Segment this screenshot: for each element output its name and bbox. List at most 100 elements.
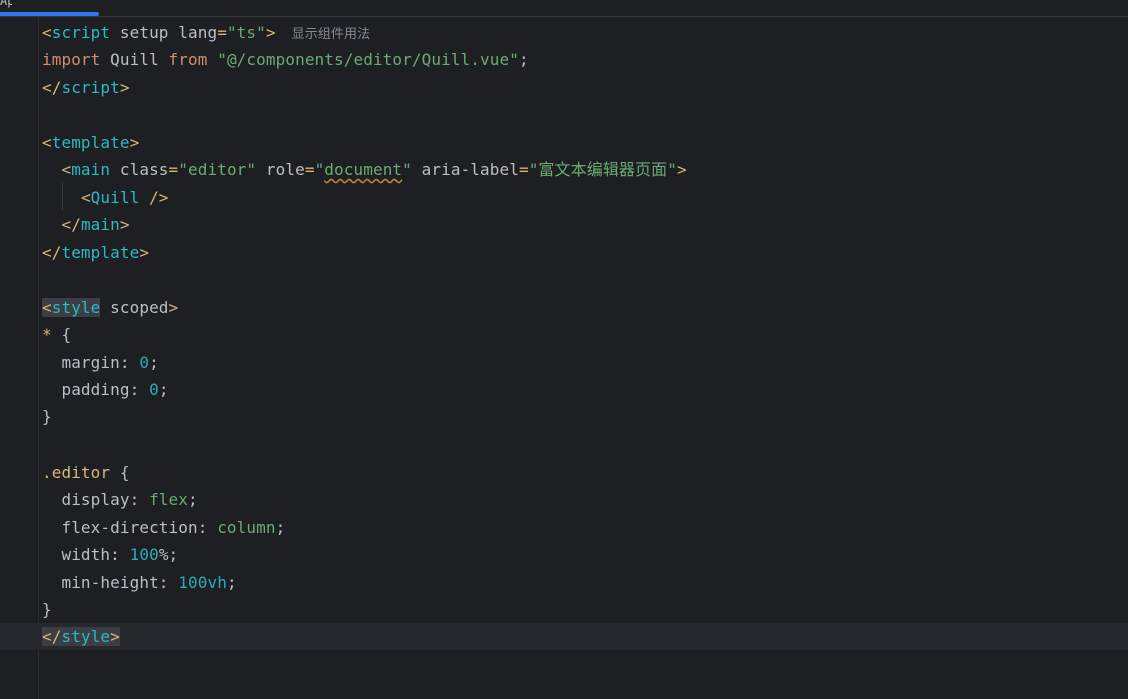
matched-tag-highlight: <style: [42, 298, 101, 317]
colon: :: [110, 545, 120, 564]
code-line-1[interactable]: <script setup lang="ts"> 显示组件用法: [0, 19, 1128, 46]
tag-bracket: <: [42, 298, 52, 317]
tag-bracket: >: [110, 627, 120, 646]
css-selector: *: [42, 325, 52, 344]
semicolon: ;: [168, 545, 179, 564]
code-line-23-current[interactable]: </style>: [0, 623, 1128, 650]
colon: :: [119, 353, 130, 372]
tag-bracket: >: [168, 298, 179, 317]
keyword: import: [42, 50, 101, 69]
semicolon: ;: [158, 380, 169, 399]
code-line-14[interactable]: padding: 0;: [0, 376, 1128, 403]
tag-name: style: [61, 627, 111, 646]
tag-bracket: </: [42, 243, 62, 262]
attribute: class: [119, 160, 169, 179]
code-line-18[interactable]: display: flex;: [0, 486, 1128, 513]
editor-tab-bar: App: [0, 0, 1128, 17]
tag-bracket: >: [139, 243, 150, 262]
attribute-value: "editor": [178, 160, 257, 179]
css-property: display: [61, 490, 130, 509]
attribute-value-warning: document: [324, 160, 403, 179]
css-property: margin: [61, 353, 120, 372]
colon: :: [197, 518, 208, 537]
editor-tab-label[interactable]: App: [0, 0, 12, 8]
brace: }: [42, 407, 52, 426]
tag-bracket: <: [42, 23, 52, 42]
code-line-17[interactable]: .editor {: [0, 459, 1128, 486]
tag-bracket: >: [119, 78, 130, 97]
semicolon: ;: [226, 573, 237, 592]
attribute-value: "富文本编辑器页面": [528, 160, 677, 179]
equals: =: [217, 23, 227, 42]
tag-bracket: >: [129, 133, 140, 152]
code-line-5[interactable]: <template>: [0, 129, 1128, 156]
attribute: scoped: [110, 298, 169, 317]
code-line-21[interactable]: min-height: 100vh;: [0, 569, 1128, 596]
code-line-15[interactable]: }: [0, 403, 1128, 430]
css-number: 100: [129, 545, 159, 564]
equals: =: [304, 160, 315, 179]
tag-bracket: >: [676, 160, 687, 179]
code-line-13[interactable]: margin: 0;: [0, 349, 1128, 376]
tag-bracket: >: [119, 215, 130, 234]
css-number: 0: [139, 353, 150, 372]
brace: {: [61, 325, 72, 344]
semicolon: ;: [518, 50, 529, 69]
code-line-9[interactable]: </template>: [0, 239, 1128, 266]
semicolon: ;: [149, 353, 159, 372]
code-line-11[interactable]: <style scoped>: [0, 294, 1128, 321]
attribute: setup: [119, 23, 169, 42]
tag-bracket: <: [42, 133, 52, 152]
css-unit: %: [158, 545, 169, 564]
code-line-22[interactable]: }: [0, 596, 1128, 623]
code-editor-window: App <script setup lang="ts">显示组件用法 impor…: [0, 0, 1128, 699]
tag-name: main: [71, 160, 111, 179]
css-property: width: [61, 545, 111, 564]
attribute: aria-label: [421, 160, 519, 179]
keyword: from: [168, 50, 208, 69]
tag-bracket: </: [42, 78, 62, 97]
code-line-20[interactable]: width: 100%;: [0, 541, 1128, 568]
code-line-6[interactable]: <main class="editor" role="document" ari…: [0, 156, 1128, 183]
inlay-hint[interactable]: 显示组件用法: [292, 27, 371, 42]
colon: :: [158, 573, 169, 592]
code-line-12[interactable]: * {: [0, 321, 1128, 348]
code-line-7[interactable]: <Quill />: [0, 184, 1128, 211]
import-path: "@/components/editor/Quill.vue": [217, 50, 519, 69]
matched-tag-highlight: </style>: [42, 627, 120, 646]
css-property: min-height: [61, 573, 159, 592]
colon: :: [129, 380, 140, 399]
tag-bracket: <: [61, 160, 72, 179]
active-tab-indicator: [0, 12, 99, 16]
code-line-3[interactable]: </script>: [0, 74, 1128, 101]
tag-name: script: [61, 78, 120, 97]
semicolon: ;: [275, 518, 286, 537]
tag-bracket: <: [80, 188, 91, 207]
semicolon: ;: [188, 490, 198, 509]
css-value: flex: [149, 490, 189, 509]
tag-name: Quill: [90, 188, 140, 207]
tag-bracket: >: [265, 23, 276, 42]
equals: =: [518, 160, 529, 179]
css-value: column: [217, 518, 276, 537]
quote: ": [314, 160, 325, 179]
code-line-8[interactable]: </main>: [0, 211, 1128, 238]
css-property: padding: [61, 380, 130, 399]
tag-name: template: [51, 133, 130, 152]
code-line-2[interactable]: import Quill from "@/components/editor/Q…: [0, 46, 1128, 73]
tag-name: template: [61, 243, 140, 262]
identifier: Quill: [110, 50, 159, 69]
equals: =: [168, 160, 179, 179]
attribute: role: [265, 160, 305, 179]
tag-bracket: </: [61, 215, 81, 234]
tag-name: script: [51, 23, 111, 42]
css-number: 0: [149, 380, 159, 399]
code-area[interactable]: <script setup lang="ts"> 显示组件用法 import Qu…: [0, 17, 1128, 699]
attribute-value: "ts": [226, 23, 266, 42]
attribute: lang: [178, 23, 218, 42]
brace: {: [119, 463, 130, 482]
self-closing: />: [139, 188, 169, 207]
css-property: flex-direction: [61, 518, 198, 537]
css-number: 100vh: [178, 573, 227, 592]
code-line-19[interactable]: flex-direction: column;: [0, 514, 1128, 541]
